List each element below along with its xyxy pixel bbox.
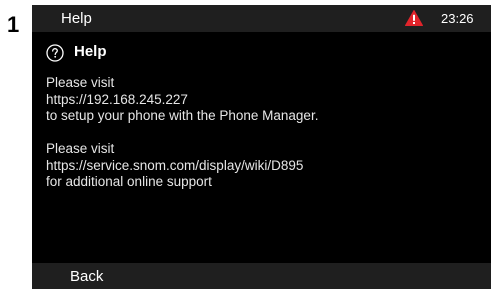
message-line: Please visit bbox=[46, 75, 115, 90]
message-line: Please visit bbox=[46, 141, 115, 156]
back-softkey-button[interactable]: Back bbox=[70, 268, 103, 285]
step-number: 1 bbox=[7, 12, 20, 37]
phone-manager-url: https://192.168.245.227 bbox=[46, 91, 188, 107]
clock: 23:26 bbox=[441, 11, 474, 26]
message-line: to setup your phone with the Phone Manag… bbox=[46, 108, 319, 123]
phone-screen: Help 23:26 Help Please visit https://192… bbox=[32, 5, 491, 289]
help-circle-icon bbox=[46, 44, 64, 62]
softkey-bar: Back bbox=[32, 263, 491, 289]
support-url: https://service.snom.com/display/wiki/D8… bbox=[46, 157, 304, 173]
message-line: for additional online support bbox=[46, 174, 212, 189]
warning-icon[interactable] bbox=[405, 10, 423, 26]
status-bar: Help 23:26 bbox=[32, 5, 491, 32]
page-title: Help bbox=[74, 43, 107, 60]
status-bar-title: Help bbox=[61, 10, 92, 27]
help-message: Please visit https://192.168.245.227 to … bbox=[46, 75, 476, 191]
